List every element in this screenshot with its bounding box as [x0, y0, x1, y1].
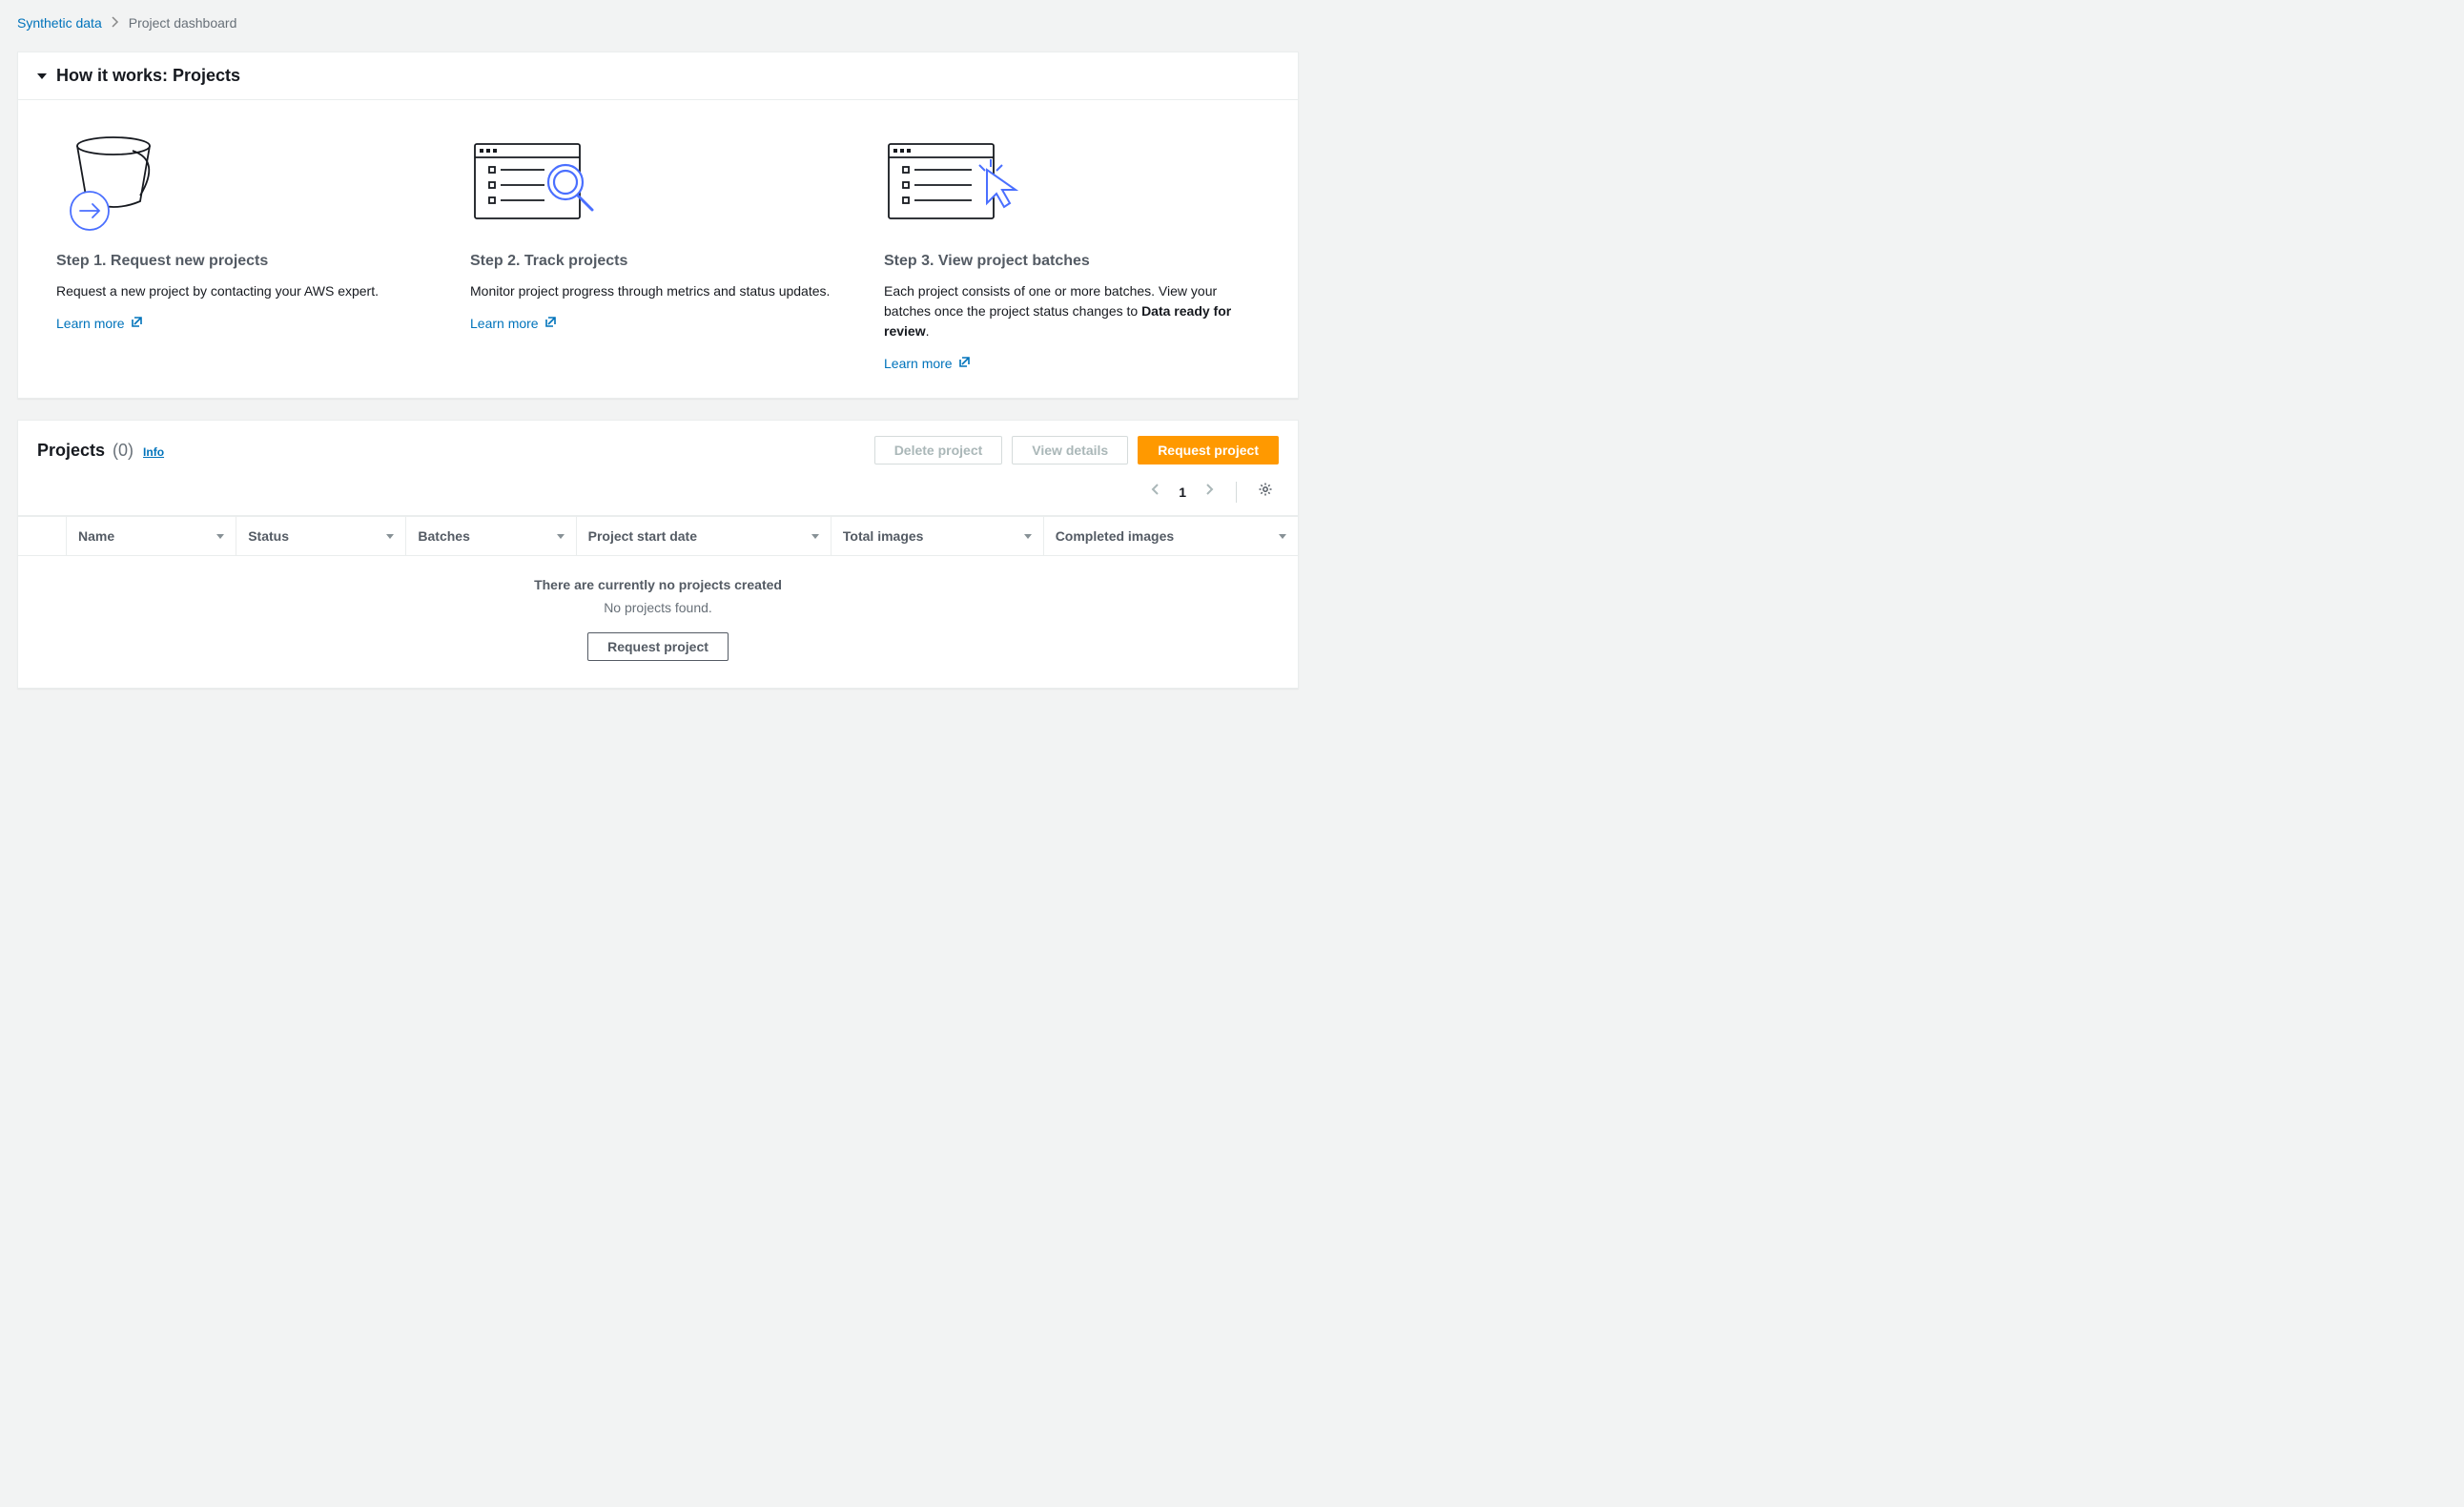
settings-button[interactable]	[1254, 480, 1277, 504]
info-link[interactable]: Info	[143, 445, 164, 459]
projects-table-header: Name Status Batches Project start date T…	[18, 516, 1298, 556]
how-it-works-panel: How it works: Projects Step 1. Request n…	[17, 52, 1299, 399]
step-3: Step 3. View project batches Each projec…	[884, 127, 1260, 371]
caret-down-icon	[37, 73, 47, 79]
col-select	[18, 517, 66, 555]
empty-subtext: No projects found.	[18, 600, 1298, 615]
delete-project-button[interactable]: Delete project	[874, 436, 1003, 464]
page-number: 1	[1179, 485, 1186, 500]
step-3-learn-link[interactable]: Learn more	[884, 355, 972, 371]
page-prev-button[interactable]	[1146, 481, 1163, 503]
step-1-desc: Request a new project by contacting your…	[56, 281, 432, 301]
step-2-learn-link[interactable]: Learn more	[470, 315, 558, 331]
bucket-arrow-icon	[56, 127, 432, 232]
breadcrumb: Synthetic data Project dashboard	[17, 0, 1299, 52]
step-2: Step 2. Track projects Monitor project p…	[470, 127, 846, 371]
page-next-button[interactable]	[1201, 481, 1219, 503]
step-3-title: Step 3. View project batches	[884, 253, 1260, 270]
how-it-works-title: How it works: Projects	[56, 66, 240, 86]
chevron-right-icon	[112, 15, 119, 31]
view-details-button[interactable]: View details	[1012, 436, 1128, 464]
col-batches[interactable]: Batches	[405, 517, 575, 555]
browser-magnify-icon	[470, 127, 846, 232]
step-1: Step 1. Request new projects Request a n…	[56, 127, 432, 371]
external-link-icon	[544, 315, 558, 331]
empty-request-project-button[interactable]: Request project	[587, 632, 729, 661]
col-start-date[interactable]: Project start date	[576, 517, 831, 555]
sort-icon	[1024, 534, 1032, 539]
col-total-images[interactable]: Total images	[831, 517, 1043, 555]
external-link-icon	[131, 315, 144, 331]
step-2-title: Step 2. Track projects	[470, 253, 846, 270]
pagination: 1	[18, 474, 1298, 516]
col-status[interactable]: Status	[236, 517, 405, 555]
sort-icon	[386, 534, 394, 539]
sort-icon	[811, 534, 819, 539]
empty-state: There are currently no projects created …	[18, 556, 1298, 688]
projects-title: Projects	[37, 441, 105, 461]
browser-cursor-icon	[884, 127, 1260, 232]
projects-panel: Projects (0) Info Delete project View de…	[17, 420, 1299, 689]
col-name[interactable]: Name	[66, 517, 236, 555]
step-3-desc: Each project consists of one or more bat…	[884, 281, 1260, 341]
external-link-icon	[958, 355, 972, 371]
step-1-title: Step 1. Request new projects	[56, 253, 432, 270]
how-it-works-header[interactable]: How it works: Projects	[18, 52, 1298, 100]
divider	[1236, 482, 1237, 503]
breadcrumb-root-link[interactable]: Synthetic data	[17, 15, 102, 31]
empty-heading: There are currently no projects created	[18, 577, 1298, 592]
breadcrumb-current: Project dashboard	[129, 15, 237, 31]
request-project-button[interactable]: Request project	[1138, 436, 1279, 464]
col-completed-images[interactable]: Completed images	[1043, 517, 1298, 555]
projects-count: (0)	[113, 441, 133, 461]
sort-icon	[216, 534, 224, 539]
sort-icon	[557, 534, 565, 539]
step-2-desc: Monitor project progress through metrics…	[470, 281, 846, 301]
step-1-learn-link[interactable]: Learn more	[56, 315, 144, 331]
sort-icon	[1279, 534, 1286, 539]
